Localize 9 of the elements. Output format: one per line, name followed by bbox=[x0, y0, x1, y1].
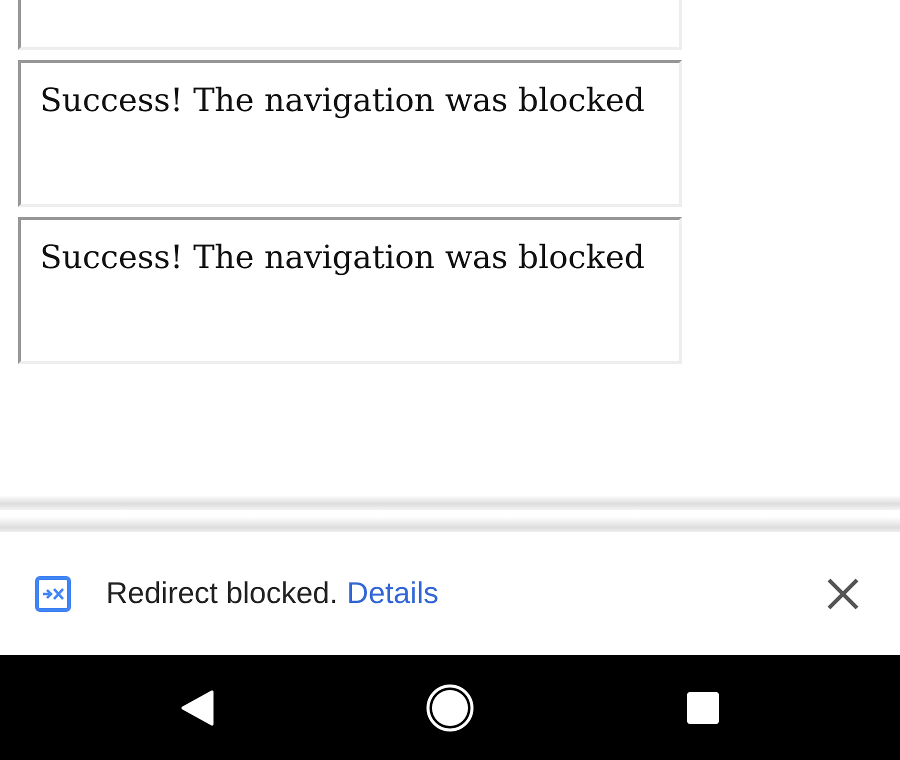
infobar-message: Redirect blocked. bbox=[106, 576, 338, 610]
success-message: Success! The navigation was blocked bbox=[40, 81, 646, 119]
back-icon[interactable] bbox=[180, 690, 214, 726]
success-message: Success! The navigation was blocked bbox=[40, 238, 646, 276]
details-link[interactable]: Details bbox=[346, 576, 438, 610]
recents-icon[interactable] bbox=[686, 690, 720, 724]
home-icon[interactable] bbox=[425, 682, 475, 732]
redirect-blocked-icon bbox=[35, 576, 71, 612]
close-button[interactable] bbox=[826, 576, 860, 610]
